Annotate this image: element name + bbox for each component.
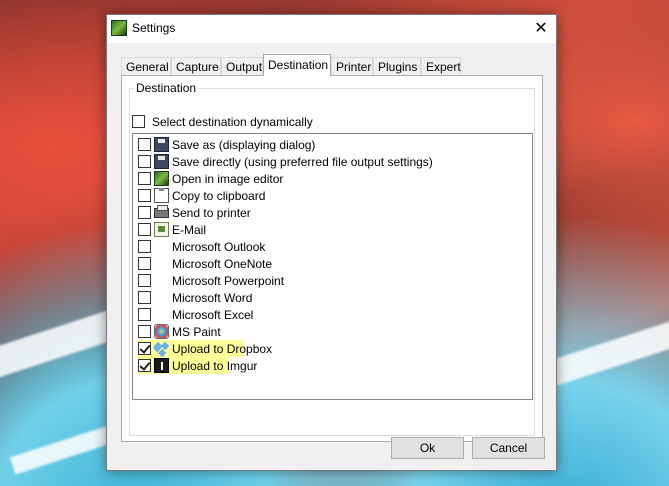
item-label: Microsoft Word <box>172 291 253 305</box>
item-checkbox[interactable] <box>138 342 151 355</box>
item-label: Save directly (using preferred file outp… <box>172 155 433 169</box>
floppy-icon <box>154 154 169 169</box>
tab-expert[interactable]: Expert <box>421 57 461 75</box>
item-checkbox[interactable] <box>138 206 151 219</box>
item-checkbox[interactable] <box>138 189 151 202</box>
item-label: Send to printer <box>172 206 251 220</box>
item-label: MS Paint <box>172 325 221 339</box>
tab-capture[interactable]: Capture <box>171 57 221 75</box>
clipboard-icon <box>154 188 169 203</box>
destination-group-label: Destination <box>134 81 199 95</box>
item-checkbox[interactable] <box>138 359 151 372</box>
ok-button[interactable]: Ok <box>391 437 464 459</box>
tab-general[interactable]: General <box>121 57 171 75</box>
greenshot-icon <box>111 20 127 36</box>
list-item[interactable]: Upload to Imgur <box>138 357 257 374</box>
tab-printer[interactable]: Printer <box>331 57 373 75</box>
settings-dialog: Settings ✕ General Capture Output Destin… <box>106 14 557 471</box>
close-icon: ✕ <box>534 20 548 37</box>
tab-output[interactable]: Output <box>221 57 263 75</box>
email-icon <box>154 222 169 237</box>
wallpaper-wave <box>0 309 122 381</box>
title-bar[interactable]: Settings ✕ <box>107 15 556 43</box>
item-checkbox[interactable] <box>138 172 151 185</box>
cancel-button[interactable]: Cancel <box>472 437 545 459</box>
item-label: E-Mail <box>172 223 207 237</box>
item-checkbox[interactable] <box>138 240 151 253</box>
item-checkbox[interactable] <box>138 274 151 287</box>
item-checkbox[interactable] <box>138 138 151 151</box>
window-title: Settings <box>132 21 176 35</box>
item-checkbox[interactable] <box>138 155 151 168</box>
item-label: Open in image editor <box>172 172 284 186</box>
paint-icon <box>154 324 169 339</box>
dropbox-icon <box>154 341 169 356</box>
item-label: Microsoft Powerpoint <box>172 274 285 288</box>
select-dynamic-checkbox[interactable] <box>132 115 145 129</box>
item-checkbox[interactable] <box>138 223 151 236</box>
item-label: Microsoft Excel <box>172 308 254 322</box>
item-label: Upload to Dropbox <box>172 342 273 356</box>
select-dynamic-row[interactable]: Select destination dynamically <box>132 114 313 130</box>
item-label: Microsoft OneNote <box>172 257 273 271</box>
item-checkbox[interactable] <box>138 308 151 321</box>
wallpaper-wave <box>539 317 669 389</box>
wallpaper-wave <box>9 423 121 475</box>
destination-list[interactable]: Save as (displaying dialog) Save directl… <box>132 133 533 400</box>
list-item[interactable]: Upload to Dropbox <box>138 340 272 357</box>
tab-plugins[interactable]: Plugins <box>373 57 421 75</box>
item-label: Copy to clipboard <box>172 189 266 203</box>
item-checkbox[interactable] <box>138 257 151 270</box>
floppy-icon <box>154 137 169 152</box>
select-dynamic-label: Select destination dynamically <box>152 114 313 129</box>
printer-icon <box>154 205 169 218</box>
close-button[interactable]: ✕ <box>526 15 556 43</box>
item-checkbox[interactable] <box>138 291 151 304</box>
imgur-icon <box>154 358 169 373</box>
item-label: Save as (displaying dialog) <box>172 138 316 152</box>
item-checkbox[interactable] <box>138 325 151 338</box>
tab-destination[interactable]: Destination <box>263 54 331 76</box>
item-label: Upload to Imgur <box>172 359 258 373</box>
item-label: Microsoft Outlook <box>172 240 266 254</box>
image-editor-icon <box>154 171 169 186</box>
